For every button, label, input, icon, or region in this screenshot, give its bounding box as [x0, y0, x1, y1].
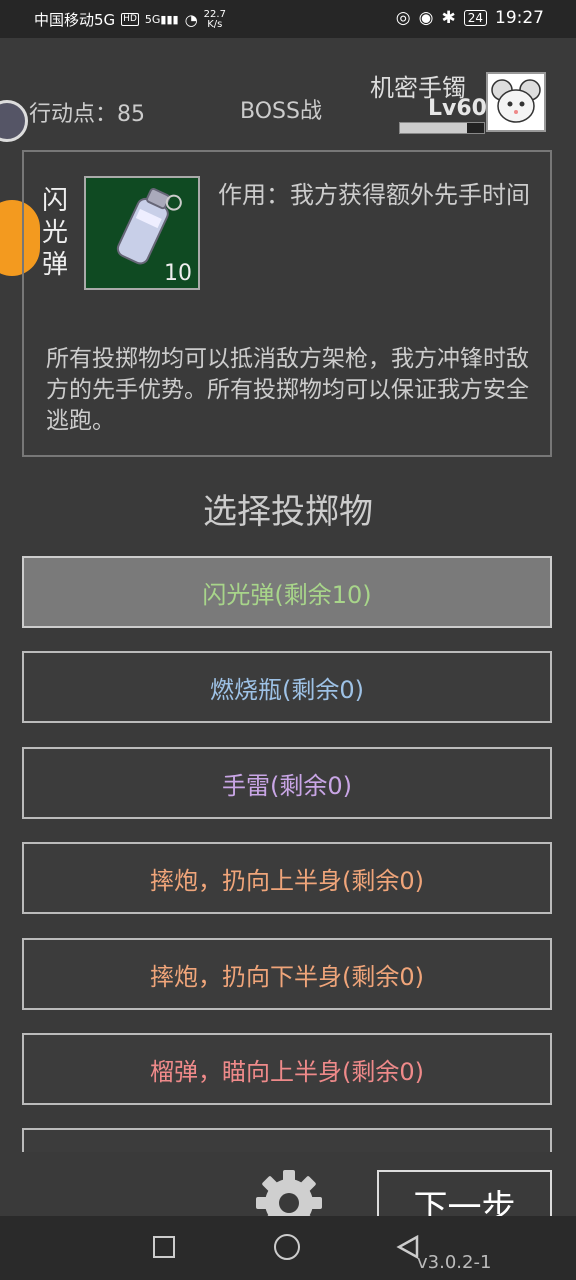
home-circle-icon[interactable]: [274, 1234, 300, 1260]
item-effect: 作用：我方获得额外先手时间: [218, 181, 530, 209]
signal-label: 5G: [144, 13, 161, 26]
wifi-icon: ◔: [184, 10, 198, 29]
status-right: ◎ ◉ ✱ 24 19:27: [396, 8, 544, 28]
item-name-vertical: 闪光弹: [42, 186, 69, 280]
carrier-label: 中国移动5G: [34, 11, 116, 29]
mouse-avatar-icon: [491, 79, 541, 123]
player-level: Lv60: [428, 96, 487, 121]
select-throwable-title: 选择投掷物: [203, 492, 373, 532]
xp-bar: [399, 122, 485, 134]
battery-icon: 24: [463, 10, 487, 26]
bluetooth-icon: ✱: [441, 8, 456, 28]
version-label: v3.0.2-1: [417, 1252, 492, 1273]
signal-icon: 5G▮▮▮: [144, 13, 179, 26]
vibrate-icon: ◎: [395, 8, 411, 28]
option-label: 闪光弹(剩余10): [202, 580, 372, 609]
eye-icon: ◉: [418, 8, 434, 28]
option-molotov[interactable]: 燃烧瓶(剩余0): [22, 651, 552, 723]
speed-unit: K/s: [207, 18, 223, 30]
clock: 19:27: [495, 8, 544, 28]
recent-square-icon[interactable]: [153, 1236, 175, 1258]
option-label: 手雷(剩余0): [222, 771, 352, 800]
network-speed: 22.7 K/s: [203, 8, 226, 30]
option-grenade[interactable]: 手雷(剩余0): [22, 747, 552, 819]
speed-value: 22.7: [203, 8, 226, 20]
option-label: 燃烧瓶(剩余0): [210, 675, 364, 704]
item-count: 10: [164, 261, 192, 286]
battle-mode-label: BOSS战: [240, 99, 322, 124]
hd-badge: HD: [121, 13, 139, 26]
option-label: 摔炮，扔向上半身(剩余0): [150, 866, 424, 895]
status-left: 中国移动5G HD 5G▮▮▮ ◔ 22.7 K/s: [34, 9, 226, 30]
option-label: 摔炮，扔向下半身(剩余0): [150, 962, 424, 991]
option-label: 榴弹，瞄向上半身(剩余0): [150, 1057, 424, 1086]
floating-assistant-icon[interactable]: [0, 100, 28, 142]
avatar[interactable]: [486, 72, 546, 132]
status-bar: 中国移动5G HD 5G▮▮▮ ◔ 22.7 K/s ◎ ◉ ✱ 24 19:2…: [0, 0, 576, 38]
xp-bar-fill: [400, 123, 468, 133]
option-snapper-lower[interactable]: 摔炮，扔向下半身(剩余0): [22, 938, 552, 1010]
action-points: 行动点：85: [29, 102, 145, 127]
option-launcher-upper[interactable]: 榴弹，瞄向上半身(剩余0): [22, 1033, 552, 1105]
item-description: 所有投掷物均可以抵消敌方架枪，我方冲锋时敌方的先手优势。所有投掷物均可以保证我方…: [46, 346, 529, 434]
option-snapper-upper[interactable]: 摔炮，扔向上半身(剩余0): [22, 842, 552, 914]
item-icon-box: 10: [84, 176, 200, 290]
option-flashbang[interactable]: 闪光弹(剩余10): [22, 556, 552, 628]
